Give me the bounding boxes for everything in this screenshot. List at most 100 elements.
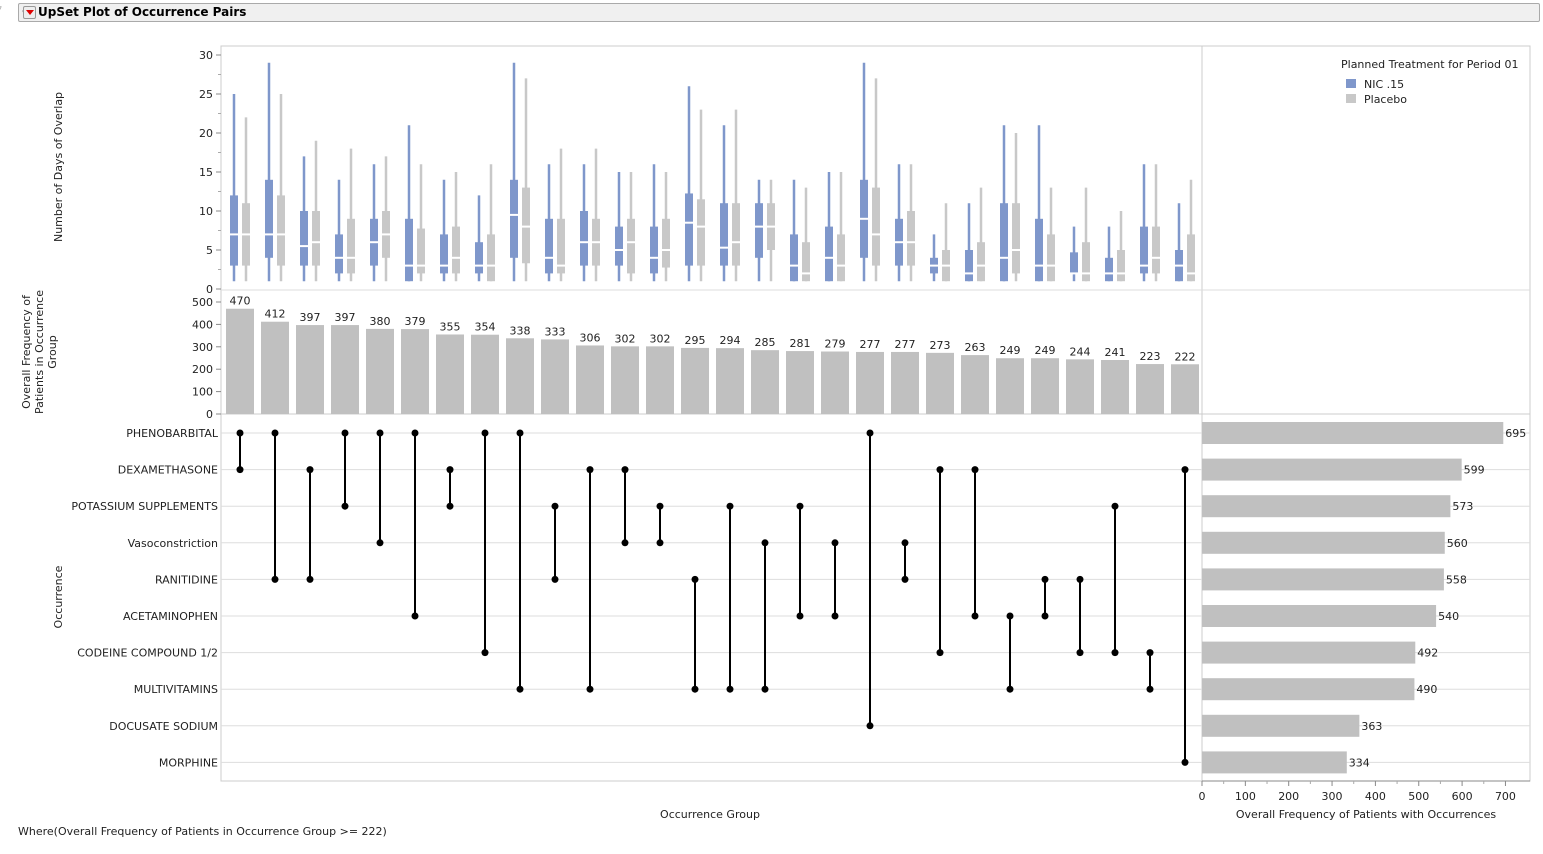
set-size-label: 492 [1417,647,1438,660]
y-axis-label: Overall Frequency ofPatients in Occurren… [20,290,59,414]
pair-dot [1111,502,1119,510]
nic-box [405,218,413,282]
set-label: MORPHINE [159,756,218,769]
y-tick-label: 400 [192,318,213,331]
group-bar [1031,358,1059,414]
placebo-box [697,199,705,266]
bar-value-label: 354 [475,321,496,334]
bar-value-label: 244 [1070,345,1091,358]
pair-dot [446,466,454,474]
x-tick-label: 200 [1278,790,1299,803]
set-size-bar [1202,678,1415,701]
set-size-bar [1202,605,1437,627]
set-label: DEXAMETHASONE [118,464,218,477]
nic-box [825,226,833,282]
group-bar [1066,359,1094,414]
pair-dot [796,502,804,510]
where-clause: Where(Overall Frequency of Patients in O… [18,825,387,838]
bar-value-label: 277 [860,338,881,351]
set-size-bar [1202,422,1504,444]
pair-dot [971,612,979,620]
group-bar [681,347,709,414]
upset-chart: 0 5 10 15 20 25 30 Number of Days of Overlap Pla… [18,45,1531,838]
pair-dot [761,539,769,547]
set-size-bar [1202,714,1360,737]
nic-box [580,211,588,266]
pair-dot [551,502,559,510]
group-bar [366,328,394,414]
pair-dot [306,466,314,474]
pair-dot [971,466,979,474]
group-bar [961,355,989,414]
group-bar [821,351,849,414]
pair-dot [586,466,594,474]
nic-box [475,242,483,274]
group-bar [1101,360,1129,414]
y-tick-label: 10 [199,205,213,218]
set-size-label: 334 [1349,756,1370,769]
y-axis-label: Number of Days of Overlap [52,92,65,242]
bar-value-label: 294 [720,334,741,347]
nic-box [510,179,518,258]
set-size-label: 490 [1416,683,1437,696]
y-axis-label: Occurrence [52,565,65,628]
placebo-box [627,218,635,274]
bar-value-label: 470 [230,295,251,308]
placebo-box [907,211,915,266]
set-size-label: 558 [1446,573,1467,586]
placebo-box [487,234,495,282]
bar-value-label: 241 [1105,346,1126,359]
placebo-box [347,218,355,274]
placebo-box [522,187,530,264]
pair-dot [901,539,909,547]
nic-box [1070,252,1078,274]
placebo-box [452,226,460,274]
pair-dot [1146,649,1154,657]
group-bar [226,308,254,414]
bar-value-label: 397 [335,311,356,324]
pair-dot [1146,685,1154,693]
set-label: CODEINE COMPOUND 1/2 [77,647,218,660]
bar-value-label: 249 [1000,344,1021,357]
group-bar [436,334,464,414]
pair-dot [1006,685,1014,693]
x-axis-label: Occurrence Group [660,808,760,821]
nic-box [300,211,308,266]
pair-dot [866,722,874,730]
group-bar [646,346,674,414]
pair-dot [516,429,524,437]
group-bar [576,345,604,414]
set-size-label: 599 [1464,464,1485,477]
y-tick-label: 500 [192,296,213,309]
pair-dot [936,649,944,657]
x-tick-label: 0 [1199,790,1206,803]
pair-dot [1006,612,1014,620]
nic-box [265,179,273,258]
pair-dot [936,466,944,474]
group-bar [471,334,499,414]
pair-dot [516,685,524,693]
placebo-box [277,195,285,266]
nic-box [755,203,763,258]
group-bar [401,329,429,414]
legend-entry: Placebo [1364,93,1407,106]
pair-dot [481,649,489,657]
bar-value-label: 380 [370,315,391,328]
pair-dot [376,429,384,437]
bar-value-label: 397 [300,311,321,324]
nic-box [650,226,658,274]
bar-value-label: 333 [545,325,566,338]
group-bar [891,351,919,414]
pair-dot [376,539,384,547]
pair-dot [621,539,629,547]
pair-dot [621,466,629,474]
pair-dot [656,502,664,510]
x-tick-label: 100 [1235,790,1256,803]
y-tick-label: 300 [192,341,213,354]
pair-dot [1181,466,1189,474]
pair-dot [341,502,349,510]
placebo-box [1152,226,1160,274]
pair-dot [411,429,419,437]
pair-dot [866,429,874,437]
nic-box [1105,257,1113,282]
